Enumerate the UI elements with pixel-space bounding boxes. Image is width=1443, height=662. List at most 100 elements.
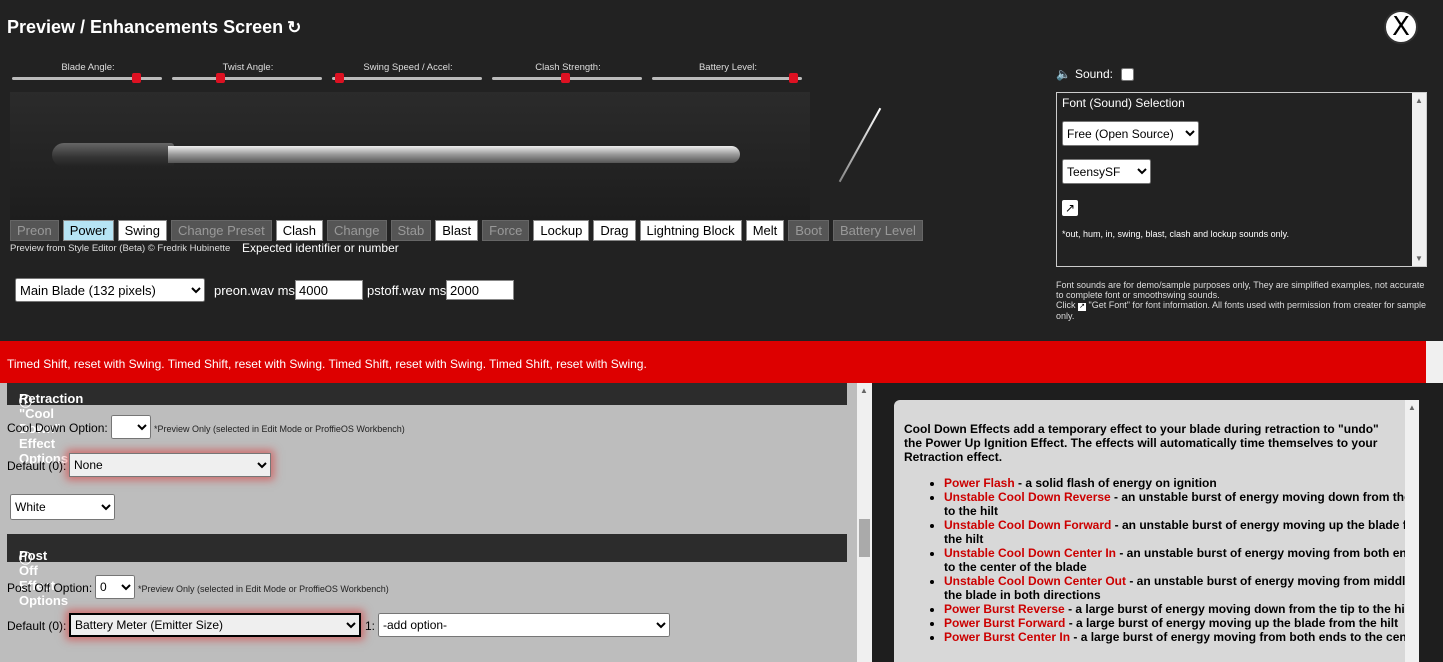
postoff-preview-note: *Preview Only (selected in Edit Mode or … — [138, 584, 389, 594]
cooldown-section-header: Retraction "Cool Down" Effect Options ⓘ — [7, 383, 847, 466]
list-item: Unstable Cool Down Center In - an unstab… — [944, 546, 1419, 574]
cooldown-default-select[interactable]: None — [69, 453, 271, 477]
cooldown-option-label: Cool Down Option: — [7, 421, 108, 435]
postoff-default-select[interactable]: Battery Meter (Emitter Size) — [69, 613, 361, 637]
cooldown-color-select[interactable]: White — [10, 494, 115, 520]
effect-button-drag[interactable]: Drag — [593, 220, 636, 241]
options-pane: Retraction "Cool Down" Effect Options ⓘ … — [0, 383, 857, 662]
slider-track[interactable] — [332, 77, 482, 80]
list-item: Unstable Cool Down Center Out - an unsta… — [944, 574, 1419, 602]
effect-button-lightning-block[interactable]: Lightning Block — [639, 220, 742, 241]
pstoff-ms-input[interactable] — [446, 280, 514, 300]
effect-button-blast[interactable]: Blast — [435, 220, 479, 241]
effect-name: Power Burst Reverse — [944, 602, 1065, 616]
postoff-section-header: Post Off Effect Options ⓘ — [7, 534, 847, 608]
banner-scrollbar[interactable] — [1426, 341, 1443, 383]
effect-button-swing[interactable]: Swing — [117, 220, 167, 241]
slider[interactable]: Battery Level: — [652, 60, 804, 90]
get-font-icon[interactable]: ↗ — [1062, 200, 1078, 216]
font-disclaimer-click: Click — [1056, 300, 1076, 310]
effect-desc: - a large burst of energy moving from bo… — [1070, 630, 1419, 644]
font-disclaimer-getfont: "Get Font" for font information. All fon… — [1056, 300, 1427, 321]
effect-button-preon: Preon — [10, 220, 59, 241]
effect-desc: - a solid flash of energy on ignition — [1014, 476, 1217, 490]
scroll-up-icon[interactable]: ▲ — [1415, 96, 1423, 105]
effect-button-melt[interactable]: Melt — [745, 220, 785, 241]
effect-button-lockup[interactable]: Lockup — [533, 220, 590, 241]
sound-checkbox[interactable] — [1121, 67, 1134, 81]
scroll-up-icon[interactable]: ▲ — [860, 386, 868, 395]
font-disclaimer-text: Font sounds are for demo/sample purposes… — [1056, 280, 1425, 300]
effect-name: Unstable Cool Down Reverse — [944, 490, 1111, 504]
scrollbar-thumb[interactable] — [859, 519, 870, 557]
effect-name: Power Burst Center In — [944, 630, 1071, 644]
slider-thumb[interactable] — [334, 73, 344, 83]
effect-button-battery-level: Battery Level — [833, 220, 923, 241]
cooldown-option-select[interactable] — [111, 415, 151, 439]
effect-name: Unstable Cool Down Center Out — [944, 574, 1127, 588]
font-source-select[interactable]: Free (Open Source) — [1062, 121, 1199, 146]
options-pane-scrollbar[interactable]: ▲ — [857, 383, 872, 662]
effect-desc: - a large burst of energy moving down fr… — [1064, 602, 1413, 616]
slider-track[interactable] — [172, 77, 322, 80]
status-banner: Timed Shift, reset with Swing. Timed Shi… — [0, 341, 1426, 383]
effect-button-change: Change — [326, 220, 387, 241]
effect-button-clash[interactable]: Clash — [275, 220, 323, 241]
effect-button-force: Force — [482, 220, 530, 241]
blade-select[interactable]: Main Blade (132 pixels) — [15, 278, 205, 302]
slider-thumb[interactable] — [561, 73, 571, 83]
list-item: Power Burst Center In - a large burst of… — [944, 630, 1419, 644]
saber-blade — [168, 146, 740, 163]
slider-track[interactable] — [652, 77, 802, 80]
help-icon[interactable]: ⓘ — [19, 548, 32, 567]
slider-thumb[interactable] — [215, 73, 225, 83]
list-item: Power Burst Reverse - a large burst of e… — [944, 602, 1419, 616]
postoff-option-select[interactable]: 0 — [95, 575, 135, 599]
speaker-icon: 🔈 — [1056, 67, 1071, 81]
effect-button-row: Preon Power Swing Change Preset Clash Change S… — [10, 220, 923, 241]
effect-name: Power Burst Forward — [944, 616, 1066, 630]
slider[interactable]: Swing Speed / Accel: — [332, 60, 484, 90]
slider-thumb[interactable] — [131, 73, 141, 83]
postoff-add-option-select[interactable]: -add option- — [378, 613, 670, 637]
close-button[interactable]: X — [1384, 10, 1418, 44]
scroll-up-icon[interactable]: ▲ — [1408, 403, 1416, 412]
effect-button-power[interactable]: Power — [62, 220, 114, 241]
help-icon[interactable]: ⓘ — [19, 391, 32, 410]
page-title-text: Preview / Enhancements Screen — [7, 17, 284, 37]
refresh-icon[interactable]: ↻ — [287, 18, 301, 37]
slider[interactable]: Blade Angle: — [12, 60, 164, 90]
slider[interactable]: Clash Strength: — [492, 60, 644, 90]
preon-ms-input[interactable] — [295, 280, 363, 300]
info-box-scrollbar[interactable]: ▲ — [1405, 400, 1419, 662]
font-note: *out, hum, in, swing, blast, clash and l… — [1062, 229, 1289, 239]
list-item: Unstable Cool Down Reverse - an unstable… — [944, 490, 1419, 518]
effect-desc: - a large burst of energy moving up the … — [1065, 616, 1399, 630]
error-message: Expected identifier or number — [242, 241, 399, 255]
page-title: Preview / Enhancements Screen ↻ — [7, 17, 301, 38]
postoff-option-label: Post Off Option: — [7, 581, 93, 595]
list-item: Unstable Cool Down Forward - an unstable… — [944, 518, 1419, 546]
credit-text: Preview from Style Editor (Beta) © Fredr… — [10, 243, 231, 254]
effect-button-stab: Stab — [390, 220, 432, 241]
slider-thumb[interactable] — [788, 73, 798, 83]
scroll-down-icon[interactable]: ▼ — [1415, 254, 1423, 263]
effect-button-change-preset: Change Preset — [170, 220, 272, 241]
sound-toggle-row: 🔈 Sound: — [1056, 67, 1134, 81]
font-box-scrollbar[interactable]: ▲ ▼ — [1412, 93, 1426, 266]
get-font-small-icon: ↗ — [1078, 303, 1087, 311]
slider-label: Swing Speed / Accel: — [363, 62, 453, 73]
postoff-default-label: Default (0): — [7, 619, 67, 633]
font-disclaimer: Font sounds are for demo/sample purposes… — [1056, 280, 1431, 321]
cooldown-info-intro: Cool Down Effects add a temporary effect… — [904, 422, 1379, 464]
cooldown-info-box: Cool Down Effects add a temporary effect… — [894, 400, 1419, 662]
effect-name: Power Flash — [944, 476, 1015, 490]
effect-button-boot: Boot — [788, 220, 829, 241]
list-item: Power Burst Forward - a large burst of e… — [944, 616, 1419, 630]
sound-label: Sound: — [1074, 67, 1113, 81]
font-selection-header: Font (Sound) Selection — [1062, 96, 1185, 110]
font-name-select[interactable]: TeensySF — [1062, 159, 1151, 184]
cooldown-preview-note: *Preview Only (selected in Edit Mode or … — [154, 424, 405, 434]
list-item: Power Flash - a solid flash of energy on… — [944, 476, 1419, 490]
slider[interactable]: Twist Angle: — [172, 60, 324, 90]
